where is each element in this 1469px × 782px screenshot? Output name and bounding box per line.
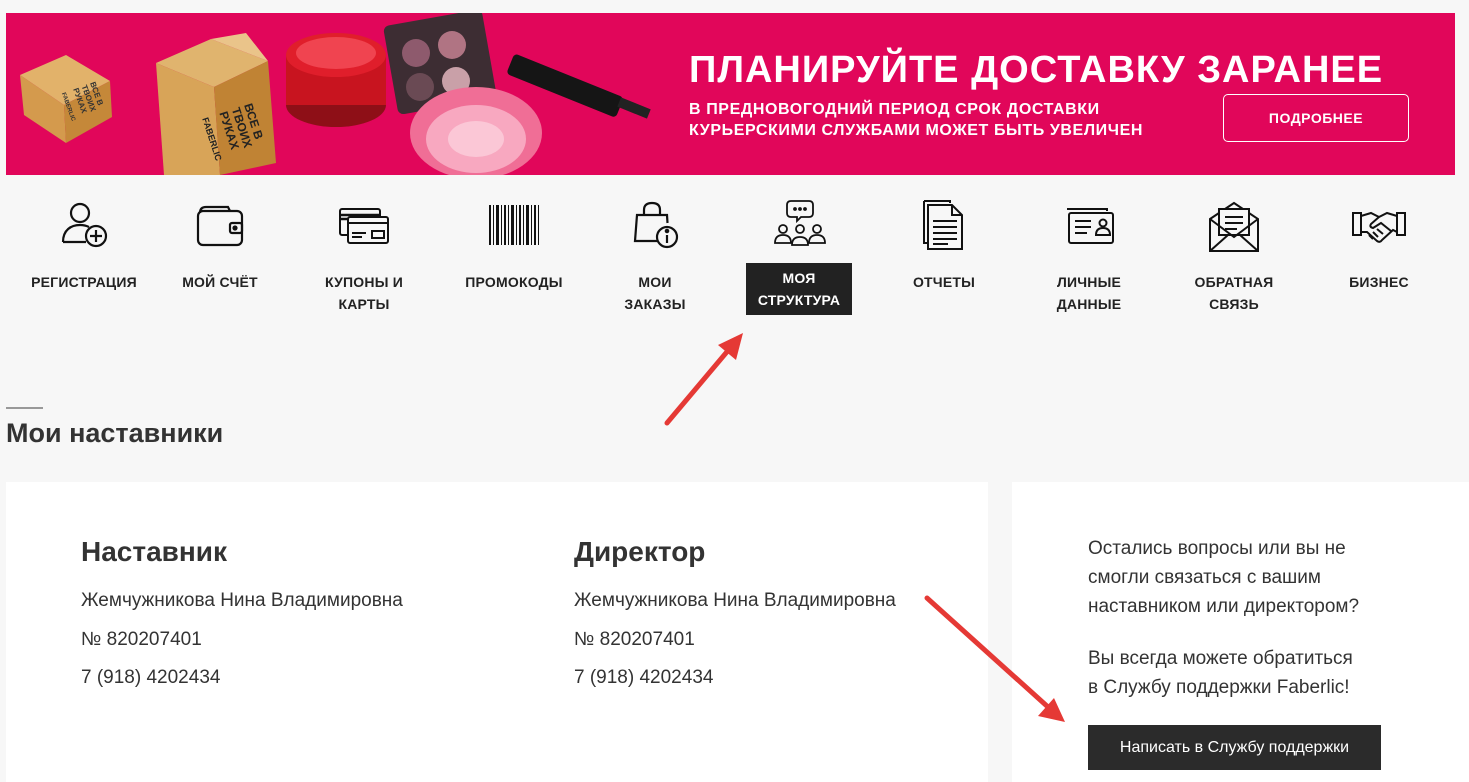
nav-item-my-orders[interactable]: МОИ ЗАКАЗЫ: [585, 193, 725, 315]
cream-jar-image: [286, 33, 386, 127]
director-name: Жемчужникова Нина Владимировна: [574, 590, 896, 611]
envelope-icon: [1209, 201, 1259, 252]
add-user-icon: [61, 202, 108, 248]
barcode-icon: [489, 205, 539, 245]
cards-icon: [339, 208, 389, 244]
banner-description: В ПРЕДНОВОГОДНИЙ ПЕРИОД СРОК ДОСТАВКИ КУ…: [689, 101, 1144, 139]
nav-item-reports[interactable]: ОТЧЕТЫ: [874, 193, 1014, 293]
nav-item-label: КУПОНЫ И КАРТЫ: [325, 274, 403, 312]
nav-item-label: МОЯ СТРУКТУРА: [745, 263, 853, 315]
handshake-icon: [1352, 211, 1406, 243]
support-question: Остались вопросы или вы не смогли связат…: [1088, 538, 1360, 617]
more-info-button[interactable]: ПОДРОБНЕЕ: [1223, 94, 1409, 142]
support-hint: Вы всегда можете обратиться в Службу под…: [1088, 648, 1353, 698]
nav-item-promocodes[interactable]: ПРОМОКОДЫ: [444, 193, 584, 293]
nav-item-label: МОИ ЗАКАЗЫ: [624, 274, 686, 312]
director-heading: Директор: [574, 536, 706, 567]
support-text: Остались вопросы или вы не смогли связат…: [1088, 534, 1408, 725]
nav-item-label: ПРОМОКОДЫ: [465, 274, 563, 290]
document-icon: [923, 200, 963, 250]
mentor-name: Жемчужникова Нина Владимировна: [81, 590, 403, 611]
arrow-to-my-structure: [664, 333, 743, 426]
mentor-heading: Наставник: [81, 536, 228, 567]
director-number: № 820207401: [574, 628, 695, 650]
mentor-block: Наставник Жемчужникова Нина Владимировна…: [81, 536, 403, 706]
eye-patch-jar-image: [410, 87, 542, 175]
nav-item-my-structure[interactable]: МОЯ СТРУКТУРА: [729, 193, 869, 315]
contact-support-button[interactable]: Написать в Службу поддержки: [1088, 725, 1381, 770]
nav-item-label: БИЗНЕС: [1349, 274, 1409, 290]
nav-item-label: РЕГИСТРАЦИЯ: [31, 274, 137, 290]
promo-banner[interactable]: ВСЕ В ТВОИХ РУКАХ FABERLIC ВСЕ В ТВОИХ Р…: [6, 13, 1455, 175]
nav-item-label: ЛИЧНЫЕ ДАННЫЕ: [1056, 274, 1122, 312]
nav-item-label: МОЙ СЧЁТ: [182, 274, 258, 290]
nav-item-label: ОТЧЕТЫ: [912, 274, 976, 290]
nav-item-personal-data[interactable]: ЛИЧНЫЕ ДАННЫЕ: [1019, 193, 1159, 315]
nav-item-business[interactable]: БИЗНЕС: [1309, 193, 1449, 293]
director-phone[interactable]: 7 (918) 4202434: [574, 667, 896, 706]
director-block: Директор Жемчужникова Нина Владимировна …: [574, 536, 896, 706]
mentors-card: Наставник Жемчужникова Нина Владимировна…: [6, 482, 988, 782]
box-small-image: ВСЕ В ТВОИХ РУКАХ FABERLIC: [20, 55, 112, 143]
id-card-icon: [1067, 208, 1114, 244]
box-large-image: ВСЕ В ТВОИХ РУКАХ FABERLIC: [156, 33, 276, 175]
banner-products-image: ВСЕ В ТВОИХ РУКАХ FABERLIC ВСЕ В ТВОИХ Р…: [20, 13, 651, 175]
banner-title: ПЛАНИРУЙТЕ ДОСТАВКУ ЗАРАНЕЕ: [689, 49, 1384, 91]
nav-item-label: ОБРАТНАЯ СВЯЗЬ: [1194, 274, 1274, 312]
wallet-icon: [196, 205, 244, 247]
nav-item-my-account[interactable]: МОЙ СЧЁТ: [150, 193, 290, 293]
nav-item-feedback[interactable]: ОБРАТНАЯ СВЯЗЬ: [1164, 193, 1304, 315]
shopping-bag-info-icon: [633, 201, 679, 249]
support-card: Остались вопросы или вы не смогли связат…: [1012, 482, 1469, 782]
nav-item-coupons-cards[interactable]: КУПОНЫ И КАРТЫ: [294, 193, 434, 315]
mentor-phone[interactable]: 7 (918) 4202434: [81, 667, 403, 706]
mentor-number: № 820207401: [81, 628, 202, 650]
nav-item-registration[interactable]: РЕГИСТРАЦИЯ: [14, 193, 154, 293]
page-title: Мои наставники: [6, 418, 224, 448]
section-title-divider: [6, 407, 43, 409]
team-chat-icon: [774, 200, 826, 246]
